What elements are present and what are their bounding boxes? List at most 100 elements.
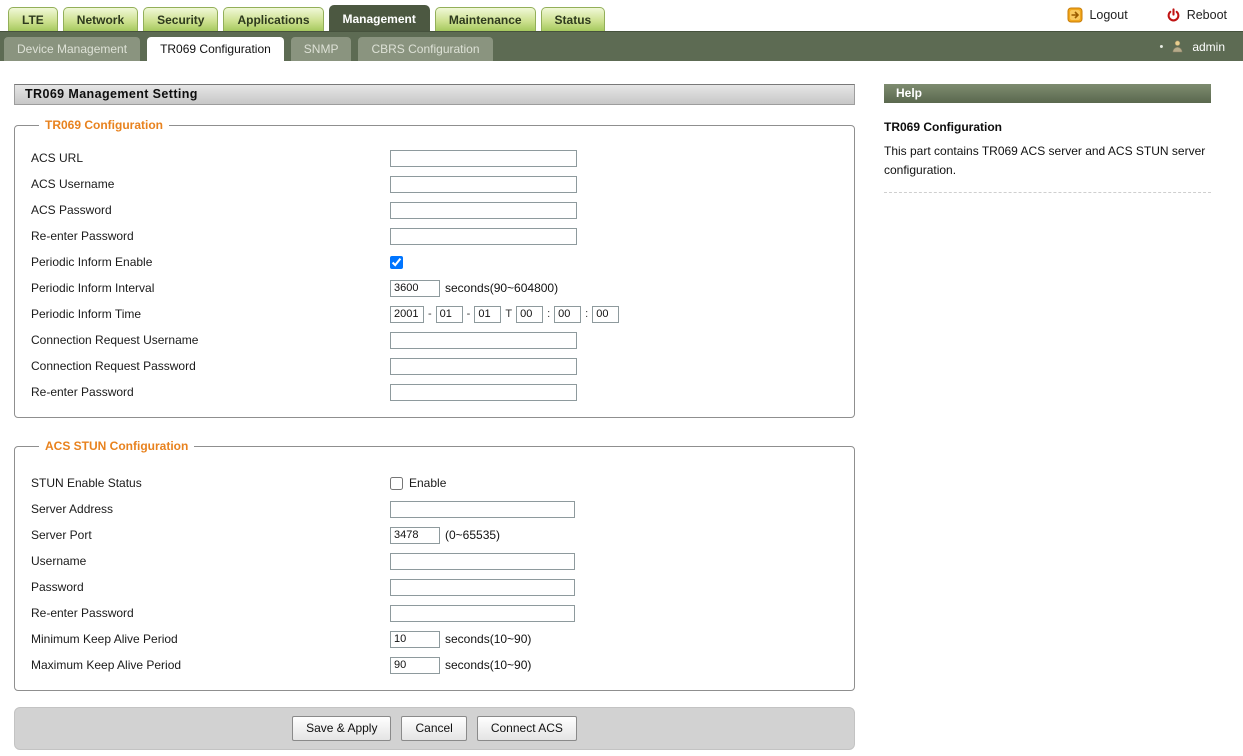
tab-management[interactable]: Management (328, 5, 430, 31)
acs-password-row: ACS Password (31, 197, 854, 223)
connection-request-username-row: Connection Request Username (31, 327, 854, 353)
stun-username-input[interactable] (390, 552, 575, 570)
sub-navigation: Device Management TR069 Configuration SN… (0, 31, 1243, 61)
periodic-inform-enable-checkbox[interactable] (390, 255, 403, 269)
tr069-configuration-legend: TR069 Configuration (45, 118, 164, 132)
date-separator: - (466, 308, 471, 320)
stun-password-input[interactable] (390, 578, 575, 596)
tab-maintenance[interactable]: Maintenance (434, 7, 536, 31)
server-port-row: Server Port (0~65535) (31, 522, 854, 548)
tab-network[interactable]: Network (62, 7, 139, 31)
periodic-inform-time-label: Periodic Inform Time (31, 307, 142, 321)
acs-username-input[interactable] (390, 175, 577, 193)
subtab-tr069-configuration[interactable]: TR069 Configuration (147, 37, 284, 61)
stun-reenter-password-label: Re-enter Password (31, 606, 134, 620)
power-icon (1166, 7, 1181, 23)
main-tabs: LTE Network Security Applications Manage… (8, 5, 610, 31)
logout-button[interactable]: Logout (1067, 7, 1128, 23)
connection-request-password-label: Connection Request Password (31, 359, 196, 373)
reboot-button[interactable]: Reboot (1166, 7, 1227, 23)
max-keep-alive-row: Maximum Keep Alive Period seconds(10~90) (31, 652, 854, 678)
top-navigation: LTE Network Security Applications Manage… (0, 0, 1243, 31)
action-bar: Save & Apply Cancel Connect ACS (14, 707, 855, 750)
min-keep-alive-input[interactable] (390, 630, 440, 648)
logout-icon (1067, 7, 1083, 23)
time-second-input[interactable] (592, 305, 620, 323)
acs-url-input[interactable] (390, 149, 577, 167)
periodic-inform-enable-label: Periodic Inform Enable (31, 255, 153, 269)
help-separator (884, 192, 1211, 194)
user-info: • admin (1159, 32, 1225, 61)
connection-reenter-password-input[interactable] (390, 383, 577, 401)
help-title: TR069 Configuration (884, 120, 1003, 134)
tab-applications[interactable]: Applications (223, 7, 324, 31)
server-address-label: Server Address (31, 502, 114, 516)
stun-enable-row: STUN Enable Status Enable (31, 470, 854, 496)
reenter-password-label: Re-enter Password (31, 229, 134, 243)
subtab-snmp[interactable]: SNMP (290, 37, 352, 61)
username-label: admin (1192, 39, 1225, 54)
server-port-hint: (0~65535) (445, 528, 501, 542)
periodic-inform-interval-label: Periodic Inform Interval (31, 281, 155, 295)
time-hour-input[interactable] (516, 305, 544, 323)
user-icon (1172, 40, 1183, 53)
page-title: TR069 Management Setting (14, 84, 855, 105)
connection-request-password-row: Connection Request Password (31, 353, 854, 379)
acs-stun-configuration-legend: ACS STUN Configuration (45, 439, 189, 453)
max-keep-alive-input[interactable] (390, 656, 440, 674)
tab-security[interactable]: Security (143, 7, 219, 31)
date-separator: - (428, 308, 432, 320)
colon-separator: : (547, 308, 551, 320)
periodic-inform-interval-hint: seconds(90~604800) (445, 281, 559, 295)
bullet-separator: • (1159, 40, 1164, 53)
logout-label: Logout (1089, 8, 1128, 22)
cancel-button[interactable]: Cancel (401, 716, 467, 741)
max-keep-alive-hint: seconds(10~90) (445, 658, 532, 672)
stun-enable-label: STUN Enable Status (31, 476, 142, 490)
stun-username-label: Username (31, 554, 87, 568)
periodic-inform-enable-row: Periodic Inform Enable (31, 249, 854, 275)
acs-url-row: ACS URL (31, 145, 854, 171)
stun-username-row: Username (31, 548, 854, 574)
stun-reenter-password-input[interactable] (390, 604, 575, 622)
acs-password-label: ACS Password (31, 203, 112, 217)
tab-status[interactable]: Status (540, 7, 606, 31)
connection-request-username-input[interactable] (390, 331, 577, 349)
subtab-device-management[interactable]: Device Management (4, 37, 141, 61)
time-year-input[interactable] (390, 305, 424, 323)
periodic-inform-time-row: Periodic Inform Time - - T : : (31, 301, 854, 327)
connection-reenter-password-label: Re-enter Password (31, 385, 134, 399)
acs-password-input[interactable] (390, 201, 577, 219)
reboot-label: Reboot (1186, 8, 1227, 22)
connect-acs-button[interactable]: Connect ACS (476, 716, 577, 741)
acs-url-label: ACS URL (31, 151, 84, 165)
max-keep-alive-label: Maximum Keep Alive Period (31, 658, 182, 672)
help-text: This part contains TR069 ACS server and … (884, 144, 1206, 177)
min-keep-alive-row: Minimum Keep Alive Period seconds(10~90) (31, 626, 854, 652)
time-month-input[interactable] (435, 305, 463, 323)
server-address-row: Server Address (31, 496, 854, 522)
connection-request-password-input[interactable] (390, 357, 577, 375)
save-apply-button[interactable]: Save & Apply (292, 716, 392, 741)
server-address-input[interactable] (390, 500, 575, 518)
acs-reenter-password-input[interactable] (390, 227, 577, 245)
stun-password-row: Password (31, 574, 854, 600)
help-panel: Help TR069 Configuration This part conta… (884, 84, 1211, 194)
min-keep-alive-hint: seconds(10~90) (445, 632, 532, 646)
t-separator: T (505, 308, 513, 320)
stun-enable-checkbox[interactable] (390, 476, 403, 490)
stun-reenter-password-row: Re-enter Password (31, 600, 854, 626)
periodic-inform-interval-input[interactable] (390, 279, 440, 297)
acs-stun-configuration-fieldset: ACS STUN Configuration STUN Enable Statu… (14, 439, 855, 691)
min-keep-alive-label: Minimum Keep Alive Period (31, 632, 178, 646)
tab-lte[interactable]: LTE (8, 7, 58, 31)
time-day-input[interactable] (474, 305, 502, 323)
subtab-cbrs-configuration[interactable]: CBRS Configuration (358, 37, 493, 61)
stun-enable-option-label: Enable (409, 476, 447, 490)
connection-reenter-password-row: Re-enter Password (31, 379, 854, 405)
server-port-input[interactable] (390, 526, 440, 544)
colon-separator: : (585, 308, 589, 320)
acs-username-row: ACS Username (31, 171, 854, 197)
stun-password-label: Password (31, 580, 84, 594)
time-minute-input[interactable] (554, 305, 582, 323)
